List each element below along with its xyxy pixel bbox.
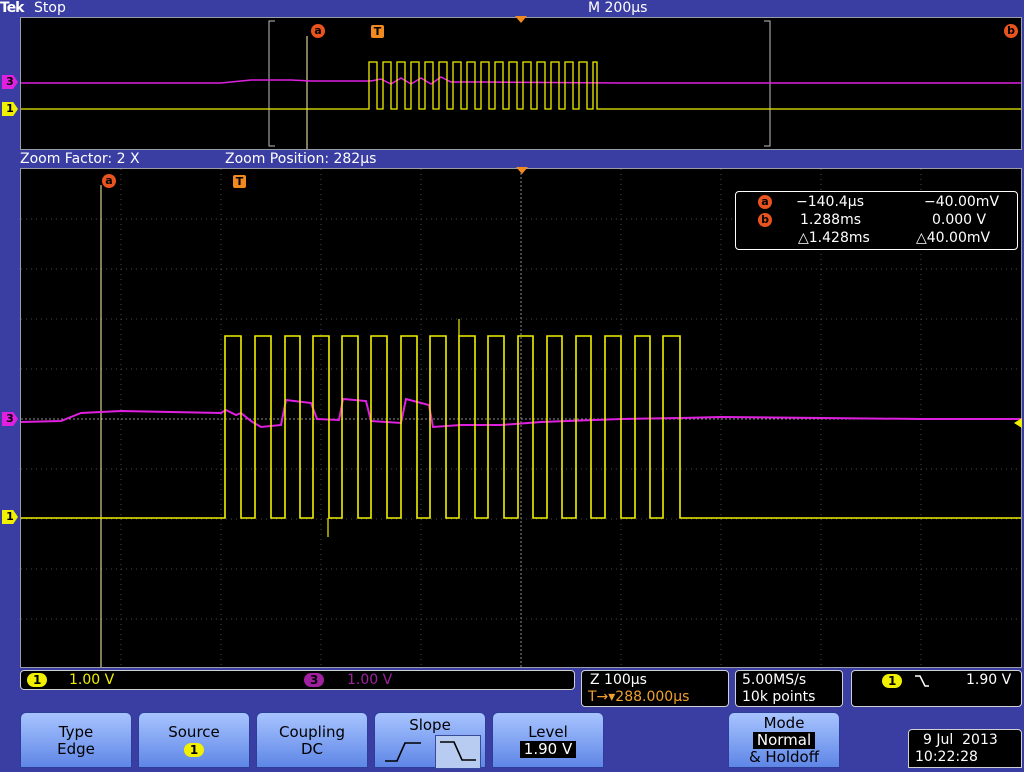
trigger-level-arrow-icon: [1014, 418, 1022, 428]
trigger-mode-label: Mode: [763, 714, 805, 732]
trigger-mode-sub: & Holdoff: [748, 748, 820, 766]
run-state: Stop: [34, 0, 66, 16]
date-readout: 9 Jul 2013: [923, 732, 998, 748]
ch3-scale-value: 1.00 V: [347, 672, 393, 688]
zoom-ch3-tag: 3: [2, 412, 18, 426]
ch1-scale-value: 1.00 V: [69, 672, 115, 688]
falling-edge-icon: [440, 741, 476, 761]
trigger-position-readout: T→▾288.000µs: [588, 689, 690, 705]
readout-delta-volt: △40.00mV: [916, 230, 991, 246]
trigger-coupling-value: DC: [300, 740, 324, 758]
falling-edge-icon: [915, 675, 929, 687]
trigger-coupling-button[interactable]: Coupling DC: [256, 712, 368, 768]
trigger-slope-label: Slope: [409, 716, 451, 734]
overview-ch1-tag: 1: [2, 102, 18, 116]
datetime-box: 9 Jul 2013 10:22:28: [908, 729, 1022, 768]
rising-edge-icon[interactable]: [383, 737, 423, 765]
trigger-level-value: 1.90 V: [519, 741, 577, 758]
trigger-type-button[interactable]: Type Edge: [20, 712, 132, 768]
sample-rate-readout: 5.00MS/s: [742, 672, 807, 688]
trigger-level-button[interactable]: Level 1.90 V: [492, 712, 604, 768]
trigger-source-value: 1: [183, 743, 205, 757]
zoom-factor-label: Zoom Factor: 2 X: [20, 151, 140, 167]
overview-trigger-marker: T: [371, 25, 384, 38]
trigger-mode-value: Normal: [752, 732, 816, 749]
zoom-waveform-panel: a T a −140.4µs −40.00mV b 1.288ms 0.000 …: [20, 168, 1022, 668]
acquisition-settings-box[interactable]: 5.00MS/s 10k points: [735, 670, 843, 707]
overview-ch3-tag: 3: [2, 75, 18, 89]
overview-cursor-a-marker[interactable]: a: [311, 24, 325, 38]
cursor-readout-box: a −140.4µs −40.00mV b 1.288ms 0.000 V △1…: [735, 191, 1018, 250]
zoom-trigger-marker: T: [233, 175, 246, 188]
overview-trigger-arrow-icon: [515, 16, 527, 23]
trigger-coupling-label: Coupling: [278, 723, 346, 741]
readout-cursor-b-marker: b: [758, 213, 772, 227]
zoom-scale-readout: Z 100µs: [590, 672, 647, 688]
zoom-trigger-arrow-icon: [516, 167, 528, 174]
trigger-level-readout: 1.90 V: [966, 672, 1012, 688]
record-length-readout: 10k points: [742, 689, 816, 705]
overview-cursor-b-marker[interactable]: b: [1004, 24, 1018, 38]
trigger-level-label: Level: [528, 723, 568, 741]
trigger-type-label: Type: [58, 723, 94, 741]
horizontal-settings-box[interactable]: Z 100µs T→▾288.000µs: [581, 670, 729, 707]
trigger-source-label: Source: [168, 723, 220, 741]
ch3-scale-chip[interactable]: 3: [304, 673, 325, 687]
timebase-readout: M 200µs: [588, 0, 648, 16]
zoom-position-label: Zoom Position: 282µs: [225, 151, 377, 167]
readout-b-time: 1.288ms: [800, 212, 862, 228]
channel-scale-bar: 1 1.00 V 3 1.00 V: [20, 670, 575, 690]
readout-delta-time: △1.428ms: [798, 230, 870, 246]
trigger-source-button[interactable]: Source 1: [138, 712, 250, 768]
readout-b-volt: 0.000 V: [932, 212, 987, 228]
trigger-source-chip: 1: [882, 674, 903, 688]
zoom-ch1-tag: 1: [2, 510, 18, 524]
falling-edge-option[interactable]: [435, 735, 481, 769]
overview-waveform-svg: [21, 20, 1021, 149]
trigger-mode-button[interactable]: Mode Normal & Holdoff: [728, 712, 840, 768]
zoom-cursor-a-marker[interactable]: a: [102, 174, 116, 188]
trigger-type-value: Edge: [57, 740, 95, 758]
trigger-settings-box[interactable]: 1 1.90 V: [851, 670, 1022, 707]
brand-logo: Tek: [0, 0, 24, 16]
trigger-slope-button[interactable]: Slope: [374, 712, 486, 769]
readout-a-volt: −40.00mV: [924, 194, 1000, 210]
ch1-scale-chip[interactable]: 1: [27, 673, 48, 687]
overview-waveform-panel: a T b: [20, 17, 1022, 150]
readout-cursor-a-marker: a: [758, 195, 772, 209]
readout-a-time: −140.4µs: [796, 194, 865, 210]
time-readout: 10:22:28: [915, 749, 978, 765]
